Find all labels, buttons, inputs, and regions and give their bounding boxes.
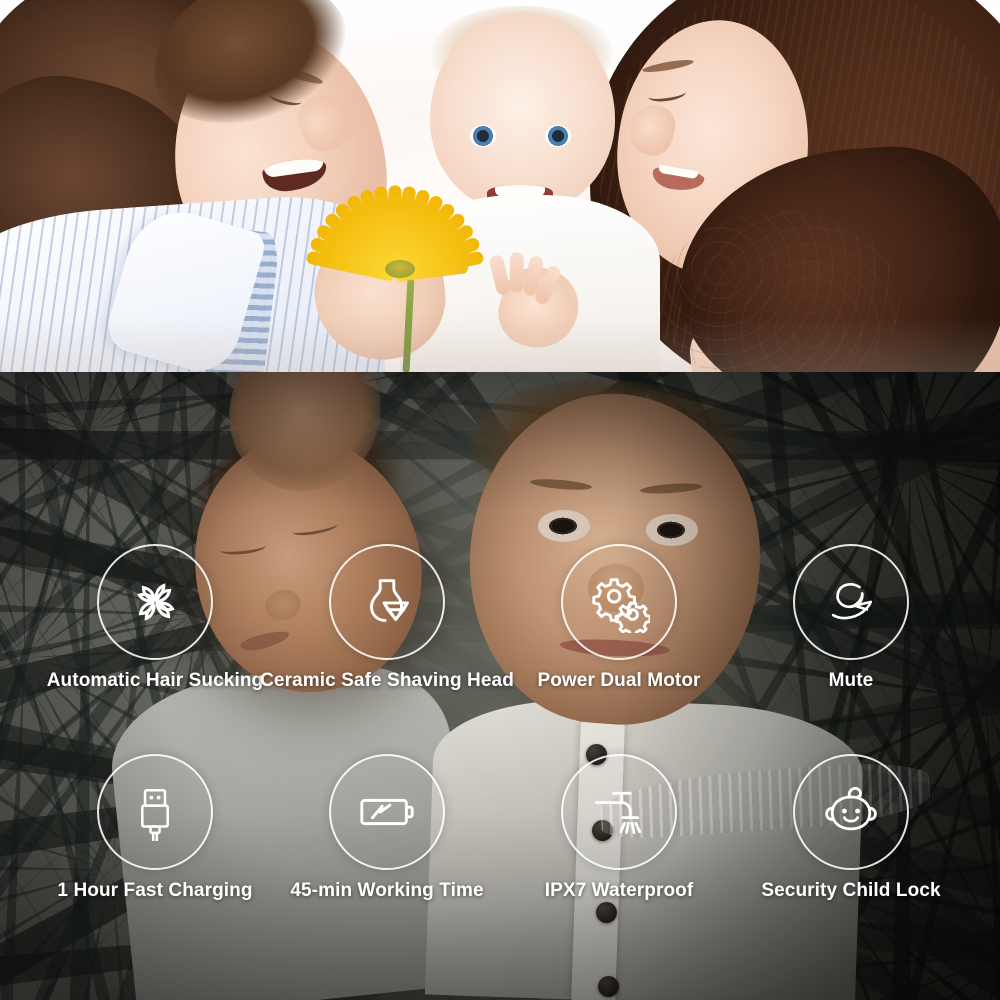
hero-vignette [0,0,1000,372]
battery-charge-icon [329,754,445,870]
fan-hair-sucking-icon [97,544,213,660]
dual-gears-icon [561,544,677,660]
feature-grid: Automatic Hair Sucking Ceramic Safe Shav… [0,372,1000,1000]
feature-label: Security Child Lock [761,880,941,901]
feature-label: Mute [828,670,874,691]
feature-item-security-child-lock[interactable]: Security Child Lock [736,742,966,952]
feature-item-ipx7-waterproof[interactable]: IPX7 Waterproof [504,742,734,952]
hero-family-photo [0,0,1000,372]
feature-item-automatic-hair-sucking[interactable]: Automatic Hair Sucking [40,532,270,742]
feature-item-mute[interactable]: Mute [736,532,966,742]
product-feature-banner: Automatic Hair Sucking Ceramic Safe Shav… [0,0,1000,1000]
feature-label: 45-min Working Time [290,880,484,901]
ceramic-diamond-blade-icon [329,544,445,660]
feature-row-1: Automatic Hair Sucking Ceramic Safe Shav… [0,532,1000,742]
feature-item-45-min-working-time[interactable]: 45-min Working Time [272,742,502,952]
feature-item-1-hour-fast-charging[interactable]: 1 Hour Fast Charging [40,742,270,952]
feature-label: Ceramic Safe Shaving Head [260,670,514,691]
feature-row-2: 1 Hour Fast Charging 45-min Working Time [0,742,1000,952]
feature-label: IPX7 Waterproof [544,880,694,901]
baby-face-lock-icon [793,754,909,870]
feather-quiet-icon [793,544,909,660]
feature-item-power-dual-motor[interactable]: Power Dual Motor [504,532,734,742]
usb-cable-icon [97,754,213,870]
feature-item-ceramic-safe-shaving-head[interactable]: Ceramic Safe Shaving Head [260,532,514,742]
feature-label: Power Dual Motor [537,670,701,691]
faucet-water-icon [561,754,677,870]
